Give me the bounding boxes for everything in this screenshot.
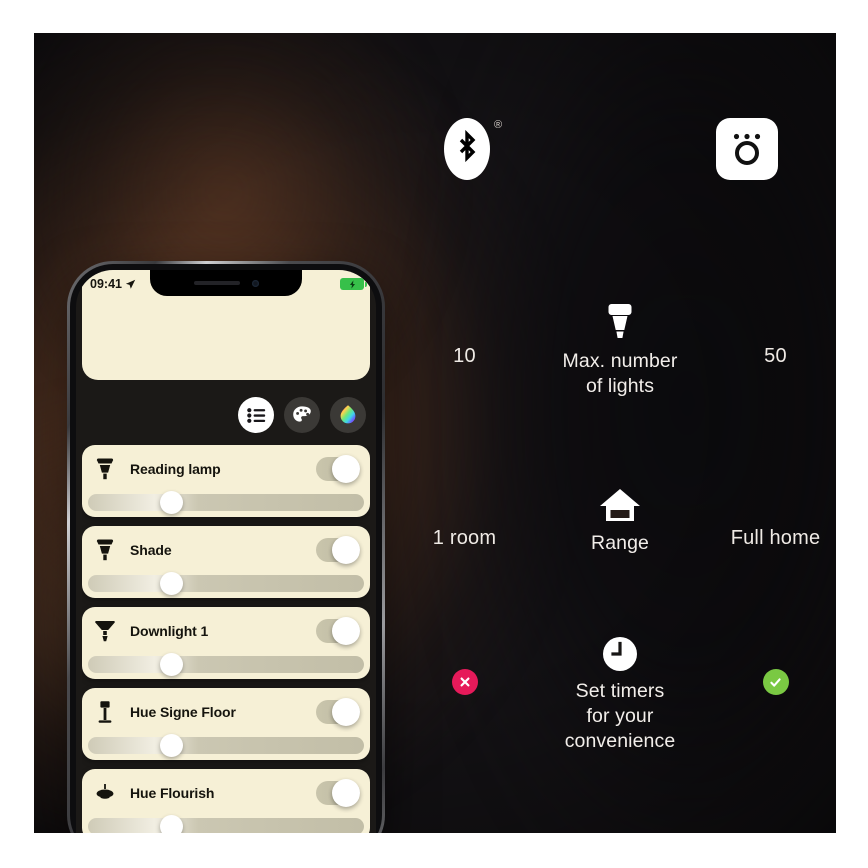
light-brightness-slider[interactable] — [88, 653, 364, 676]
list-icon — [246, 407, 265, 423]
slider-knob — [159, 815, 183, 833]
bulb-spot-icon — [94, 537, 116, 563]
toggle-knob — [332, 455, 360, 483]
feature-label-range: Range — [591, 532, 649, 554]
feature-label-max-lights-line2: of lights — [585, 375, 655, 397]
hue-bridge-icon — [716, 118, 778, 180]
battery-charging-icon — [340, 278, 367, 290]
feature-timers: Set timers for your convenience — [404, 631, 836, 754]
toggle-knob — [332, 698, 360, 726]
list-item[interactable]: Hue Signe Floor — [82, 688, 370, 760]
feature-max-lights: 10 Max. number of lights 50 — [404, 301, 836, 399]
clock-icon — [525, 631, 715, 673]
list-item[interactable]: Reading lamp — [82, 445, 370, 517]
list-item[interactable]: Shade — [82, 526, 370, 598]
feature-label-max-lights-line1: Max. number — [562, 350, 678, 372]
status-bar-time-group: 09:41 — [90, 277, 136, 291]
mode-button-bar — [76, 392, 366, 438]
light-name: Downlight 1 — [130, 623, 209, 639]
light-name: Hue Signe Floor — [130, 704, 236, 720]
toggle-knob — [332, 617, 360, 645]
light-brightness-slider[interactable] — [88, 572, 364, 595]
feature-center-range: Range — [525, 483, 715, 556]
toggle-knob — [332, 779, 360, 807]
feature-center-timers: Set timers for your convenience — [525, 631, 715, 754]
light-toggle[interactable] — [316, 455, 360, 483]
light-brightness-slider[interactable] — [88, 734, 364, 757]
feature-right-value-timers — [715, 631, 836, 695]
pendant-lamp-icon — [94, 780, 116, 806]
light-name: Hue Flourish — [130, 785, 215, 801]
feature-label-timers-line2: for your — [586, 705, 654, 727]
feature-right-value-max-lights: 50 — [764, 345, 787, 367]
slider-knob — [159, 653, 183, 676]
feature-label-timers-line3: convenience — [564, 730, 676, 752]
technology-badges-row: ® — [404, 118, 836, 198]
light-list: Reading lamp Shade Downlight 1 Hue Signe… — [82, 445, 370, 833]
slider-knob — [159, 491, 183, 514]
color-gradient-icon — [340, 405, 356, 424]
floor-lamp-icon — [94, 699, 116, 725]
light-row-header: Hue Flourish — [94, 769, 360, 817]
light-brightness-slider[interactable] — [88, 815, 364, 833]
feature-right-value-range: Full home — [730, 527, 821, 549]
slider-knob — [159, 734, 183, 757]
light-toggle[interactable] — [316, 536, 360, 564]
light-row-header: Hue Signe Floor — [94, 688, 360, 736]
feature-left-value-timers — [404, 631, 525, 695]
list-item[interactable]: Hue Flourish — [82, 769, 370, 833]
status-bar: 09:41 — [90, 276, 367, 292]
house-icon — [525, 483, 715, 525]
light-toggle[interactable] — [316, 779, 360, 807]
phone-screen: 09:41 Home — [76, 270, 376, 833]
light-toggle[interactable] — [316, 698, 360, 726]
feature-label-timers-line1: Set timers — [575, 680, 665, 702]
mode-button-colors[interactable] — [330, 397, 366, 433]
location-arrow-icon — [125, 279, 136, 290]
toggle-knob — [332, 536, 360, 564]
light-brightness-slider[interactable] — [88, 491, 364, 514]
light-row-header: Shade — [94, 526, 360, 574]
feature-left-value-range: 1 room — [432, 527, 497, 549]
bluetooth-icon — [444, 118, 490, 180]
mode-button-scenes[interactable] — [284, 397, 320, 433]
check-icon — [762, 669, 789, 695]
light-row-header: Reading lamp — [94, 445, 360, 493]
feature-center-max-lights: Max. number of lights — [525, 301, 715, 399]
feature-left-value-max-lights: 10 — [453, 345, 476, 367]
light-name: Shade — [130, 542, 172, 558]
feature-range: 1 room Range Full home — [404, 483, 836, 556]
light-bulb-icon — [525, 301, 715, 343]
status-bar-time: 09:41 — [90, 277, 122, 291]
light-row-header: Downlight 1 — [94, 607, 360, 655]
phone-mockup: 09:41 Home — [67, 261, 385, 833]
list-item[interactable]: Downlight 1 — [82, 607, 370, 679]
promo-image: ® 10 Max. number of lights 50 1 room Ran… — [34, 33, 836, 833]
light-name: Reading lamp — [130, 461, 221, 477]
slider-knob — [159, 572, 183, 595]
bulb-spot-icon — [94, 456, 116, 482]
feature-comparison-column: ® 10 Max. number of lights 50 1 room Ran… — [404, 33, 836, 833]
light-toggle[interactable] — [316, 617, 360, 645]
registered-trademark-mark: ® — [494, 119, 503, 131]
mode-button-list[interactable] — [238, 397, 274, 433]
palette-icon — [293, 406, 311, 422]
downlight-icon — [94, 618, 116, 644]
cross-icon — [451, 669, 478, 695]
